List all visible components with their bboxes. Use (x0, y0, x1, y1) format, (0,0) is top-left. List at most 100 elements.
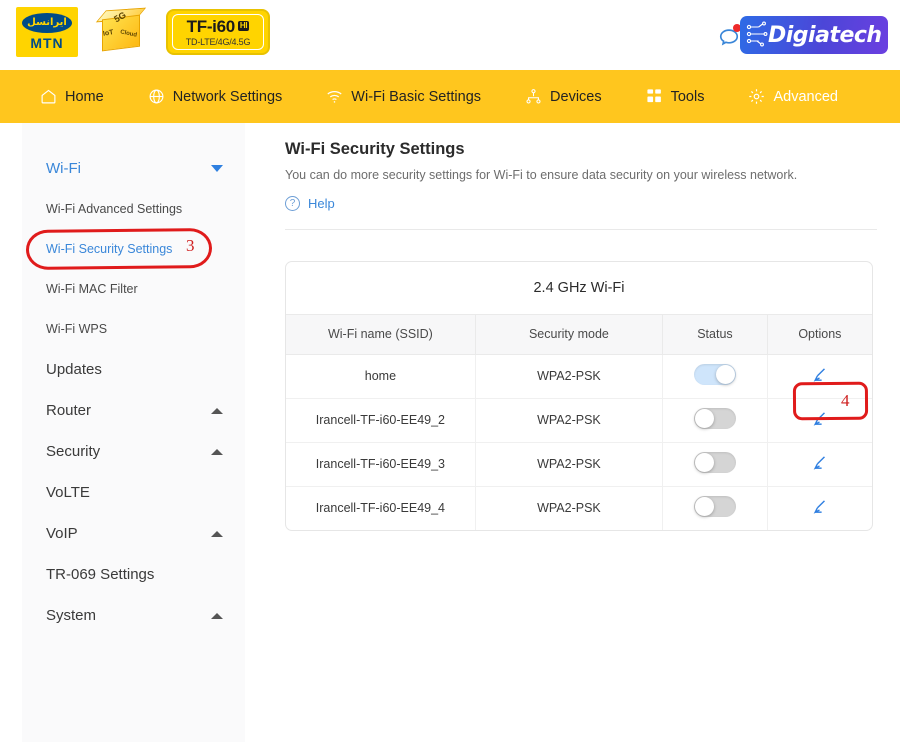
cell-options (767, 486, 872, 530)
5g-cube-logo: 5G IoT Cloud (95, 7, 148, 57)
question-mark-circle-icon: ? (285, 196, 300, 211)
router-admin-page: ایرانسل MTN 5G IoT Cloud TF-i60 HI TD-LT… (0, 0, 900, 742)
sidebar-group-label-wifi: Wi-Fi (46, 160, 81, 177)
sidebar-item-label: Wi-Fi WPS (46, 322, 108, 336)
table-header-row: Wi-Fi name (SSID) Security mode Status O… (286, 315, 872, 355)
nav-label-home: Home (65, 88, 104, 105)
cell-status (662, 354, 768, 399)
chevron-up-icon (211, 448, 223, 455)
irancell-oval: ایرانسل (22, 13, 72, 33)
main-content: Wi-Fi Security Settings You can do more … (285, 140, 885, 531)
sidebar-group-voip[interactable]: VoIP (22, 513, 245, 554)
nav-item-network-settings[interactable]: Network Settings (126, 70, 305, 123)
irancell-logo-text: ایرانسل (27, 17, 67, 28)
device-model-text: TF-i60 (186, 16, 236, 36)
sidebar-item-label: Wi-Fi MAC Filter (46, 282, 138, 296)
globe-icon (148, 88, 165, 105)
device-model-badge: TF-i60 HI TD-LTE/4G/4.5G (166, 9, 270, 55)
table-head: Wi-Fi name (SSID) Security mode Status O… (286, 315, 872, 355)
toggle-knob (694, 409, 714, 428)
cell-options (767, 442, 872, 487)
table-row: Irancell-TF-i60-EE49_3 WPA2-PSK (286, 442, 872, 487)
cell-ssid: Irancell-TF-i60-EE49_2 (286, 398, 476, 443)
status-toggle[interactable] (693, 496, 736, 518)
sidebar-group-label-router: Router (46, 402, 92, 419)
home-icon (40, 88, 57, 105)
nav-label-network-settings: Network Settings (172, 88, 283, 105)
pencil-edit-icon[interactable] (811, 454, 828, 471)
gear-icon (748, 88, 765, 105)
sidebar: Wi-Fi Wi-Fi Advanced Settings Wi-Fi Secu… (22, 123, 245, 742)
digiatech-logo: Digiatech (740, 16, 888, 54)
grid-squares-icon (646, 88, 663, 105)
sidebar-item-label: Wi-Fi Security Settings (46, 242, 173, 256)
sidebar-group-tr069-settings[interactable]: TR-069 Settings (22, 554, 245, 595)
main-navigation: Home Network Settings Wi-Fi Basic Settin… (0, 70, 900, 123)
column-header-ssid: Wi-Fi name (SSID) (286, 315, 476, 355)
help-link[interactable]: ? Help (285, 196, 885, 211)
nav-item-home[interactable]: Home (18, 70, 126, 123)
status-toggle[interactable] (693, 408, 736, 429)
section-divider (285, 229, 877, 230)
nav-item-devices[interactable]: Devices (503, 70, 624, 123)
nav-label-advanced: Advanced (773, 88, 838, 105)
device-badge-hi: HI (237, 21, 250, 31)
status-toggle[interactable] (693, 452, 736, 473)
cell-ssid: Irancell-TF-i60-EE49_3 (286, 442, 476, 487)
cell-security-mode: WPA2-PSK (475, 354, 664, 399)
sidebar-item-wifi-advanced-settings[interactable]: Wi-Fi Advanced Settings (22, 189, 245, 229)
table-row: Irancell-TF-i60-EE49_2 WPA2-PSK (286, 398, 872, 443)
pencil-edit-icon[interactable] (811, 366, 828, 383)
cell-security-mode: WPA2-PSK (475, 442, 664, 487)
annotation-number-step4: 4 (841, 391, 850, 410)
nav-label-wifi-basic-settings: Wi-Fi Basic Settings (351, 88, 482, 105)
table-body: home WPA2-PSK Irancell-TF-i60-EE49_2 WPA… (286, 354, 872, 530)
help-label: Help (308, 196, 335, 211)
cell-options (767, 398, 872, 443)
sidebar-item-label: Wi-Fi Advanced Settings (46, 202, 183, 216)
sidebar-group-security[interactable]: Security (22, 431, 245, 472)
wifi-security-table: Wi-Fi name (SSID) Security mode Status O… (286, 315, 872, 530)
toggle-knob (694, 453, 714, 472)
pencil-edit-icon[interactable] (811, 410, 828, 427)
table-row: Irancell-TF-i60-EE49_4 WPA2-PSK (286, 486, 872, 530)
nav-item-wifi-basic-settings[interactable]: Wi-Fi Basic Settings (304, 70, 503, 123)
nav-item-tools[interactable]: Tools (624, 70, 727, 123)
column-header-status: Status (662, 315, 768, 355)
toggle-knob (694, 497, 714, 517)
nav-item-advanced[interactable]: Advanced (726, 70, 860, 123)
nav-label-devices: Devices (550, 88, 602, 105)
devices-tree-icon (525, 88, 542, 105)
table-row: home WPA2-PSK (286, 354, 872, 399)
nav-label-tools: Tools (670, 88, 705, 105)
brand-logo-group: ایرانسل MTN 5G IoT Cloud TF-i60 HI TD-LT… (16, 7, 270, 57)
sidebar-group-wifi[interactable]: Wi-Fi (22, 148, 245, 189)
device-model-row: TF-i60 HI (187, 18, 250, 35)
sidebar-group-label-tr069: TR-069 Settings (46, 566, 155, 583)
digiatech-logo-text: Digiatech (768, 22, 882, 48)
status-toggle[interactable] (693, 364, 736, 385)
sidebar-group-volte[interactable]: VoLTE (22, 472, 245, 513)
sidebar-group-updates[interactable]: Updates (22, 349, 245, 390)
column-header-security-mode: Security mode (475, 315, 664, 355)
sidebar-group-router[interactable]: Router (22, 390, 245, 431)
sidebar-item-wifi-mac-filter[interactable]: Wi-Fi MAC Filter (22, 269, 245, 309)
chevron-up-icon (211, 530, 223, 537)
sidebar-item-wifi-security-settings[interactable]: Wi-Fi Security Settings (22, 229, 245, 269)
pencil-edit-icon[interactable] (811, 498, 828, 515)
sidebar-item-wifi-wps[interactable]: Wi-Fi WPS (22, 309, 245, 349)
sidebar-group-system[interactable]: System (22, 595, 245, 636)
page-description: You can do more security settings for Wi… (285, 168, 798, 182)
sidebar-group-label-voip: VoIP (46, 525, 78, 542)
cell-security-mode: WPA2-PSK (475, 486, 664, 530)
device-tech-text: TD-LTE/4G/4.5G (185, 36, 251, 47)
wifi-icon (326, 88, 343, 105)
cell-options (767, 354, 872, 399)
irancell-mtn-logo: ایرانسل MTN (16, 7, 78, 57)
cell-ssid: home (286, 354, 476, 399)
sidebar-group-label-security: Security (46, 443, 101, 460)
wifi-band-card: 2.4 GHz Wi-Fi Wi-Fi name (SSID) Security… (285, 261, 873, 531)
annotation-number-step3: 3 (186, 236, 195, 255)
chevron-up-icon (211, 612, 223, 619)
chevron-up-icon (211, 407, 223, 414)
